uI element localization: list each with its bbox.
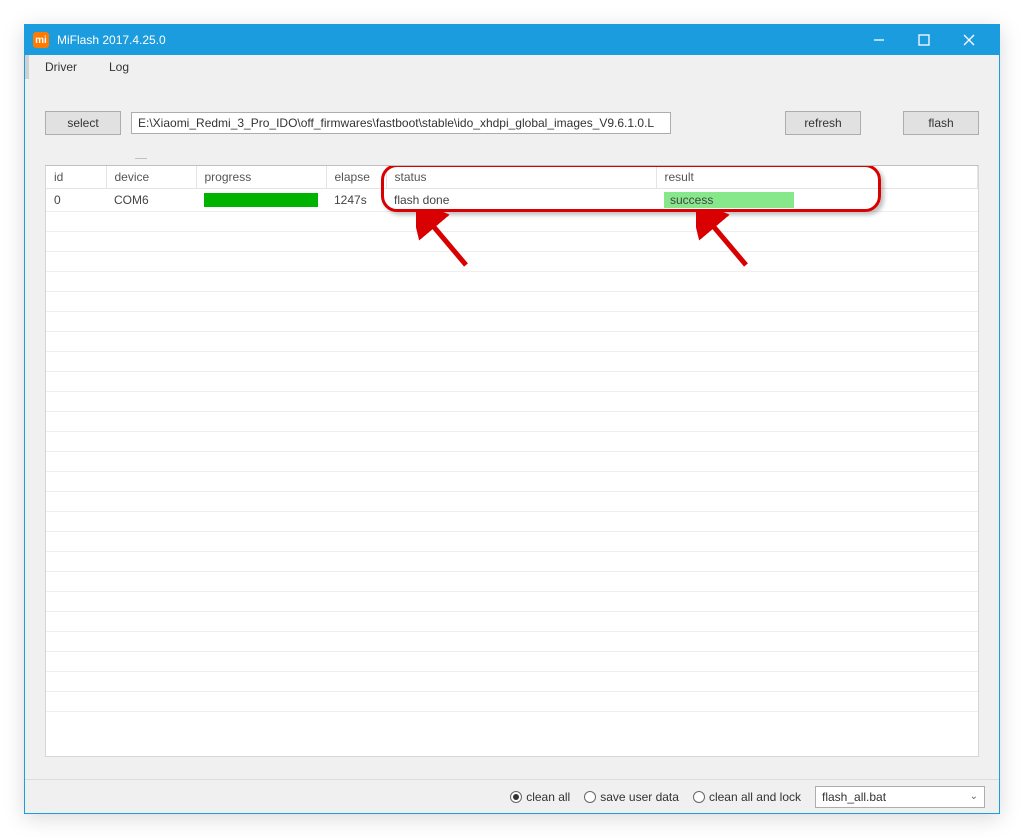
radio-icon bbox=[693, 791, 705, 803]
radio-icon bbox=[510, 791, 522, 803]
result-badge: success bbox=[664, 192, 794, 208]
chevron-down-icon: ⌄ bbox=[970, 791, 978, 802]
progress-fill bbox=[204, 193, 318, 207]
close-button[interactable] bbox=[946, 25, 991, 55]
header-id[interactable]: id bbox=[46, 166, 106, 189]
menu-log[interactable]: Log bbox=[103, 58, 135, 76]
radio-icon bbox=[584, 791, 596, 803]
radio-save-user-data[interactable]: save user data bbox=[584, 790, 679, 804]
cell-device: COM6 bbox=[106, 189, 196, 212]
select-button[interactable]: select bbox=[45, 111, 121, 135]
progress-bar bbox=[204, 193, 318, 207]
close-icon bbox=[963, 34, 975, 46]
flash-button[interactable]: flash bbox=[903, 111, 979, 135]
window-title: MiFlash 2017.4.25.0 bbox=[57, 33, 166, 47]
app-window: mi MiFlash 2017.4.25.0 Driver Log select… bbox=[24, 24, 1000, 814]
title-bar[interactable]: mi MiFlash 2017.4.25.0 bbox=[25, 25, 999, 55]
cell-status: flash done bbox=[386, 189, 656, 212]
footer-bar: clean all save user data clean all and l… bbox=[25, 779, 999, 813]
cell-id: 0 bbox=[46, 189, 106, 212]
maximize-icon bbox=[918, 34, 930, 46]
radio-label: clean all and lock bbox=[709, 790, 801, 804]
maximize-button[interactable] bbox=[901, 25, 946, 55]
flash-mode-radio-group: clean all save user data clean all and l… bbox=[510, 790, 801, 804]
app-icon: mi bbox=[33, 32, 49, 48]
radio-clean-all[interactable]: clean all bbox=[510, 790, 570, 804]
script-select-value: flash_all.bat bbox=[822, 790, 886, 804]
minimize-icon bbox=[873, 34, 885, 46]
minimize-button[interactable] bbox=[856, 25, 901, 55]
menu-bar: Driver Log bbox=[25, 55, 999, 79]
device-grid: id device progress elapse status result … bbox=[45, 165, 979, 757]
header-progress[interactable]: progress bbox=[196, 166, 326, 189]
tab-indicator bbox=[135, 143, 147, 159]
cell-elapse: 1247s bbox=[326, 189, 386, 212]
radio-clean-all-and-lock[interactable]: clean all and lock bbox=[693, 790, 801, 804]
menu-driver[interactable]: Driver bbox=[39, 58, 83, 76]
table-row[interactable]: 0 COM6 1247s flash done success bbox=[46, 189, 978, 212]
firmware-path-input[interactable] bbox=[131, 112, 671, 134]
header-status[interactable]: status bbox=[386, 166, 656, 189]
cell-result: success bbox=[656, 189, 978, 212]
header-result[interactable]: result bbox=[656, 166, 978, 189]
header-elapse[interactable]: elapse bbox=[326, 166, 386, 189]
table-header-row: id device progress elapse status result bbox=[46, 166, 978, 189]
radio-label: clean all bbox=[526, 790, 570, 804]
radio-label: save user data bbox=[600, 790, 679, 804]
script-select[interactable]: flash_all.bat ⌄ bbox=[815, 786, 985, 808]
toolbar: select refresh flash bbox=[25, 79, 999, 143]
cell-progress bbox=[196, 189, 326, 212]
refresh-button[interactable]: refresh bbox=[785, 111, 861, 135]
header-device[interactable]: device bbox=[106, 166, 196, 189]
